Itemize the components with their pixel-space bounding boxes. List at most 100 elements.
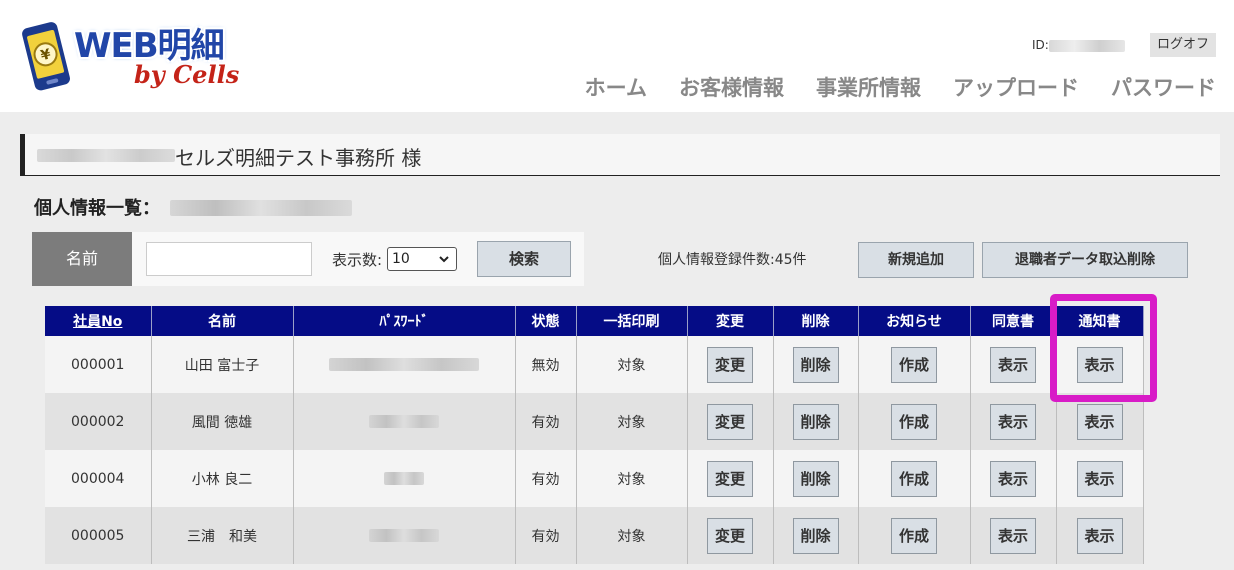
retire-import-delete-button[interactable]: 退職者データ取込削除 (982, 242, 1188, 278)
per-page-label: 表示数: (332, 251, 383, 269)
create-notice-button[interactable]: 作成 (891, 346, 937, 383)
consent-cell: 表示 (970, 507, 1057, 564)
table-header-row: 社員No 名前 ﾊﾟｽﾜｰﾄﾞ 状態 一括印刷 変更 削除 お知らせ 同意書 通… (45, 306, 1144, 336)
delete-cell: 削除 (773, 393, 859, 450)
edit-button[interactable]: 変更 (707, 346, 753, 383)
table-row: 000004 小林 良二 有効 対象 変更 削除 作成 表示 表示 (45, 450, 1144, 507)
table-row: 000001 山田 富士子 無効 対象 変更 削除 作成 表示 表示 (45, 336, 1144, 393)
name-search-label: 名前 (32, 232, 132, 286)
search-button[interactable]: 検索 (477, 241, 571, 277)
password-redacted (329, 358, 479, 371)
notice-cell: 作成 (858, 507, 971, 564)
create-notice-button[interactable]: 作成 (891, 517, 937, 554)
user-id-label: ID: (1032, 38, 1049, 52)
main-nav: ホーム お客様情報 事業所情報 アップロード パスワード (553, 72, 1216, 102)
table-row: 000002 風間 徳雄 有効 対象 変更 削除 作成 表示 表示 (45, 393, 1144, 450)
nav-office-info[interactable]: 事業所情報 (816, 72, 921, 102)
notification-cell: 表示 (1056, 336, 1144, 393)
edit-cell: 変更 (687, 336, 774, 393)
employee-no: 000002 (45, 393, 152, 450)
list-title: 個人情報一覧： (34, 198, 160, 219)
office-name: セルズ明細テスト事務所 様 (175, 146, 422, 170)
show-consent-button[interactable]: 表示 (990, 403, 1036, 440)
col-header-notification: 通知書 (1056, 306, 1144, 336)
per-page-select[interactable]: 10 (387, 247, 457, 271)
delete-cell: 削除 (773, 450, 859, 507)
show-notification-button[interactable]: 表示 (1076, 517, 1123, 554)
office-bar: セルズ明細テスト事務所 様 (20, 134, 1220, 176)
list-title-redacted (170, 200, 352, 216)
name-search-input[interactable] (146, 242, 312, 276)
nav-home[interactable]: ホーム (585, 72, 647, 102)
delete-cell: 削除 (773, 336, 859, 393)
delete-button[interactable]: 削除 (792, 517, 839, 554)
col-header-name: 名前 (151, 306, 294, 336)
status: 有効 (515, 507, 577, 564)
bulk-print: 対象 (576, 336, 688, 393)
user-id-value-redacted (1048, 39, 1125, 52)
web-meisai-logo[interactable]: ¥ WEB明細 by Cells (18, 18, 240, 94)
show-consent-button[interactable]: 表示 (990, 517, 1036, 554)
consent-cell: 表示 (970, 336, 1057, 393)
bulk-print: 対象 (576, 507, 688, 564)
add-new-button[interactable]: 新規追加 (858, 242, 974, 278)
status: 無効 (515, 336, 577, 393)
password-redacted (369, 529, 439, 542)
show-consent-button[interactable]: 表示 (990, 346, 1036, 383)
employee-no: 000001 (45, 336, 152, 393)
col-header-delete: 削除 (773, 306, 859, 336)
nav-upload[interactable]: アップロード (953, 72, 1079, 102)
bulk-print: 対象 (576, 393, 688, 450)
logo-subtext: by Cells (134, 60, 240, 89)
password-cell (293, 507, 516, 564)
status: 有効 (515, 393, 577, 450)
show-notification-button[interactable]: 表示 (1076, 460, 1123, 497)
delete-cell: 削除 (773, 507, 859, 564)
phone-yen-icon: ¥ (22, 22, 70, 91)
col-header-edit: 変更 (687, 306, 774, 336)
col-header-bulk-print: 一括印刷 (576, 306, 688, 336)
password-redacted (369, 415, 439, 428)
col-header-consent: 同意書 (970, 306, 1057, 336)
logoff-button[interactable]: ログオフ (1150, 33, 1216, 57)
password-redacted (384, 472, 424, 485)
edit-button[interactable]: 変更 (707, 517, 753, 554)
notification-cell: 表示 (1056, 507, 1144, 564)
table-row: 000005 三浦 和美 有効 対象 変更 削除 作成 表示 表示 (45, 507, 1144, 564)
delete-button[interactable]: 削除 (792, 346, 839, 383)
nav-password[interactable]: パスワード (1111, 72, 1216, 102)
col-header-employee-no[interactable]: 社員No (45, 306, 152, 336)
show-consent-button[interactable]: 表示 (990, 460, 1036, 497)
edit-cell: 変更 (687, 393, 774, 450)
notice-cell: 作成 (858, 393, 971, 450)
bulk-print: 対象 (576, 450, 688, 507)
notice-cell: 作成 (858, 336, 971, 393)
col-header-password: ﾊﾟｽﾜｰﾄﾞ (293, 306, 516, 336)
employee-name: 小林 良二 (151, 450, 294, 507)
nav-customer-info[interactable]: お客様情報 (679, 72, 784, 102)
chevron-down-icon (438, 251, 450, 273)
col-header-status: 状態 (515, 306, 577, 336)
employee-name: 三浦 和美 (151, 507, 294, 564)
create-notice-button[interactable]: 作成 (891, 403, 937, 440)
delete-button[interactable]: 削除 (792, 403, 839, 440)
notification-cell: 表示 (1056, 450, 1144, 507)
password-cell (293, 393, 516, 450)
show-notification-button[interactable]: 表示 (1076, 346, 1123, 383)
col-header-notice: お知らせ (858, 306, 971, 336)
employee-no: 000004 (45, 450, 152, 507)
password-cell (293, 336, 516, 393)
password-cell (293, 450, 516, 507)
user-id: ID: (1032, 38, 1125, 52)
create-notice-button[interactable]: 作成 (891, 460, 937, 497)
employee-no: 000005 (45, 507, 152, 564)
employee-name: 風間 徳雄 (151, 393, 294, 450)
header: ¥ WEB明細 by Cells ID: ログオフ ホーム お客様情報 事業所情… (0, 0, 1234, 112)
edit-button[interactable]: 変更 (707, 403, 753, 440)
show-notification-button[interactable]: 表示 (1076, 403, 1123, 440)
employee-name: 山田 富士子 (151, 336, 294, 393)
delete-button[interactable]: 削除 (792, 460, 839, 497)
per-page-value: 10 (392, 251, 410, 267)
edit-cell: 変更 (687, 507, 774, 564)
edit-button[interactable]: 変更 (707, 460, 753, 497)
